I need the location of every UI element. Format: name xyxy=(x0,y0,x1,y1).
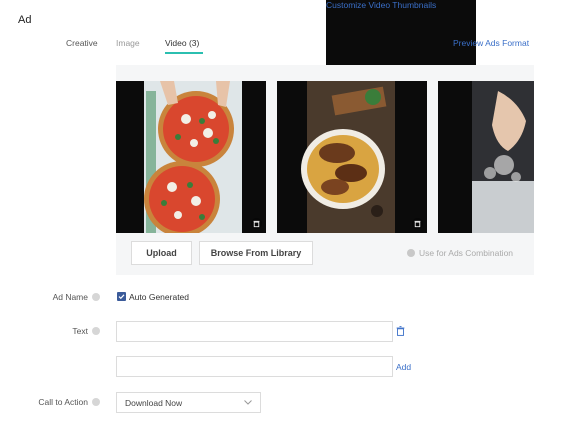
help-icon[interactable] xyxy=(92,293,100,301)
check-icon xyxy=(118,294,125,300)
info-icon xyxy=(407,249,415,257)
upload-button[interactable]: Upload xyxy=(131,241,192,265)
ad-name-label: Ad Name xyxy=(20,292,100,302)
creative-label: Creative xyxy=(66,38,98,48)
tab-video[interactable]: Video (3) xyxy=(165,38,199,48)
call-to-action-select[interactable]: Download Now xyxy=(116,392,261,413)
delete-icon[interactable] xyxy=(396,326,405,336)
text-label-text: Text xyxy=(72,326,88,336)
trash-icon[interactable] xyxy=(251,218,262,229)
auto-generated-checkbox[interactable] xyxy=(117,292,126,301)
help-icon[interactable] xyxy=(92,398,100,406)
call-to-action-value: Download Now xyxy=(125,397,183,408)
text-input[interactable] xyxy=(116,321,393,342)
auto-generated-label: Auto Generated xyxy=(129,292,190,302)
active-tab-indicator xyxy=(165,52,203,54)
chevron-down-icon xyxy=(244,400,252,405)
help-icon[interactable] xyxy=(92,327,100,335)
video-thumbnail[interactable] xyxy=(438,81,534,233)
ads-combination-hint: Use for Ads Combination xyxy=(407,248,513,258)
tab-image[interactable]: Image xyxy=(116,38,140,48)
text-input[interactable] xyxy=(116,356,393,377)
flour-hands-image xyxy=(438,81,534,233)
rice-dish-image xyxy=(277,81,427,233)
call-to-action-label: Call to Action xyxy=(6,397,100,407)
section-title: Ad xyxy=(18,14,32,26)
preview-ads-format-link[interactable]: Preview Ads Format xyxy=(453,38,529,48)
browse-library-button[interactable]: Browse From Library xyxy=(199,241,313,265)
text-label: Text xyxy=(20,326,100,336)
call-to-action-label-text: Call to Action xyxy=(38,397,88,407)
video-thumbnail[interactable] xyxy=(277,81,427,233)
pizza-image xyxy=(116,81,266,233)
add-text-link[interactable]: Add xyxy=(396,362,411,372)
trash-icon[interactable] xyxy=(412,218,423,229)
video-thumbnail[interactable] xyxy=(116,81,266,233)
video-thumbnails xyxy=(116,81,534,233)
ads-combination-text: Use for Ads Combination xyxy=(419,248,514,258)
ad-name-label-text: Ad Name xyxy=(52,292,88,302)
